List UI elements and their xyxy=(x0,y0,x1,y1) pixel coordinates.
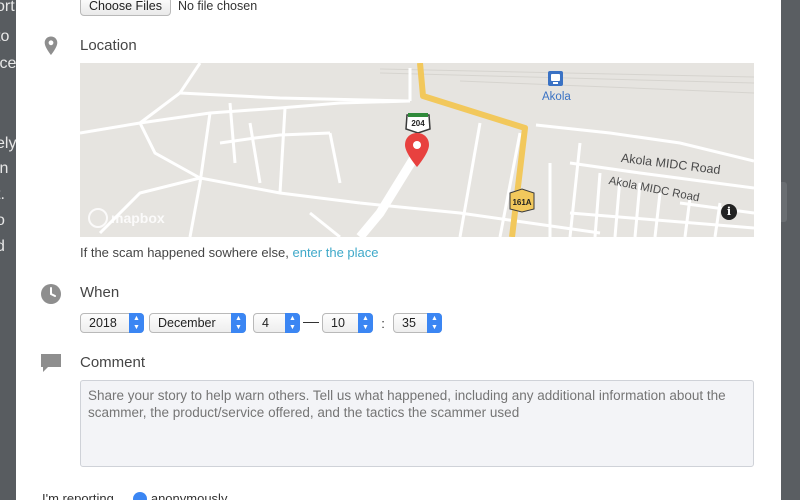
background-text: t. xyxy=(0,186,5,203)
background-text: ely xyxy=(0,135,16,152)
highway-shield-161a: 161A xyxy=(509,188,535,213)
minute-value: 35 xyxy=(402,316,416,330)
anonymous-radio[interactable] xyxy=(132,491,147,500)
minute-select[interactable]: 35 ▲ ▼ xyxy=(393,313,442,333)
background-page-right xyxy=(781,0,800,500)
map-pin-icon xyxy=(44,36,58,55)
enter-place-link[interactable]: enter the place xyxy=(292,245,378,260)
comment-textarea[interactable] xyxy=(80,380,754,467)
date-time-dash xyxy=(300,313,322,333)
location-hint-text: If the scam happened sowhere else, xyxy=(80,245,289,260)
year-select[interactable]: 2018 ▲ ▼ xyxy=(80,313,144,333)
mapbox-wordmark: mapbox xyxy=(111,210,165,226)
hour-value: 10 xyxy=(331,316,345,330)
highway-label-161a: 161A xyxy=(512,198,531,207)
speech-bubble-icon xyxy=(41,354,61,372)
chevron-updown-icon: ▲ ▼ xyxy=(427,313,442,333)
anonymous-option-label[interactable]: anonymously xyxy=(151,491,228,500)
background-text: to xyxy=(0,28,10,45)
month-value: December xyxy=(158,316,216,330)
reporting-row: I'm reporting anonymously xyxy=(42,491,227,500)
datetime-picker: 2018 ▲ ▼ December ▲ ▼ 4 ▲ ▼ 10 ▲ ▼ : 35 ▲ ▼ xyxy=(80,313,442,333)
year-value: 2018 xyxy=(89,316,117,330)
map-canvas: 204 161A xyxy=(80,63,754,237)
background-text: d xyxy=(0,238,5,255)
mapbox-logo[interactable]: mapbox xyxy=(88,208,165,228)
comment-title: Comment xyxy=(80,354,146,371)
reporting-label: I'm reporting xyxy=(42,491,114,500)
clock-icon xyxy=(41,284,61,304)
chevron-updown-icon: ▲ ▼ xyxy=(358,313,373,333)
time-separator: : xyxy=(381,315,385,331)
background-tab xyxy=(781,182,787,222)
day-value: 4 xyxy=(262,316,269,330)
station-label: Akola xyxy=(542,91,571,103)
location-hint: If the scam happened sowhere else, enter… xyxy=(80,245,379,260)
highway-shield-204: 204 xyxy=(405,113,431,134)
background-text: ice xyxy=(0,55,16,72)
file-upload: Choose Files No file chosen xyxy=(80,0,257,16)
chevron-updown-icon: ▲ ▼ xyxy=(231,313,246,333)
info-icon[interactable]: i xyxy=(721,204,737,220)
location-title: Location xyxy=(80,37,137,54)
report-modal: Choose Files No file chosen Location 204… xyxy=(16,0,781,500)
background-text: o xyxy=(0,212,5,229)
month-select[interactable]: December ▲ ▼ xyxy=(149,313,246,333)
when-title: When xyxy=(80,284,120,301)
background-text: ort xyxy=(0,0,15,15)
train-station-icon xyxy=(548,71,563,86)
highway-label-204: 204 xyxy=(411,119,425,128)
chevron-updown-icon: ▲ ▼ xyxy=(129,313,144,333)
background-page: ort to ice ely in t. o d xyxy=(0,0,16,500)
mapbox-logo-icon xyxy=(88,208,108,228)
choose-files-button[interactable]: Choose Files xyxy=(80,0,171,16)
file-status: No file chosen xyxy=(177,0,258,13)
location-map[interactable]: 204 161A Akola Akola MIDC Road Akola MID… xyxy=(80,63,754,237)
day-select[interactable]: 4 ▲ ▼ xyxy=(253,313,300,333)
hour-select[interactable]: 10 ▲ ▼ xyxy=(322,313,373,333)
chevron-updown-icon: ▲ ▼ xyxy=(285,313,300,333)
background-text: in xyxy=(0,160,9,177)
